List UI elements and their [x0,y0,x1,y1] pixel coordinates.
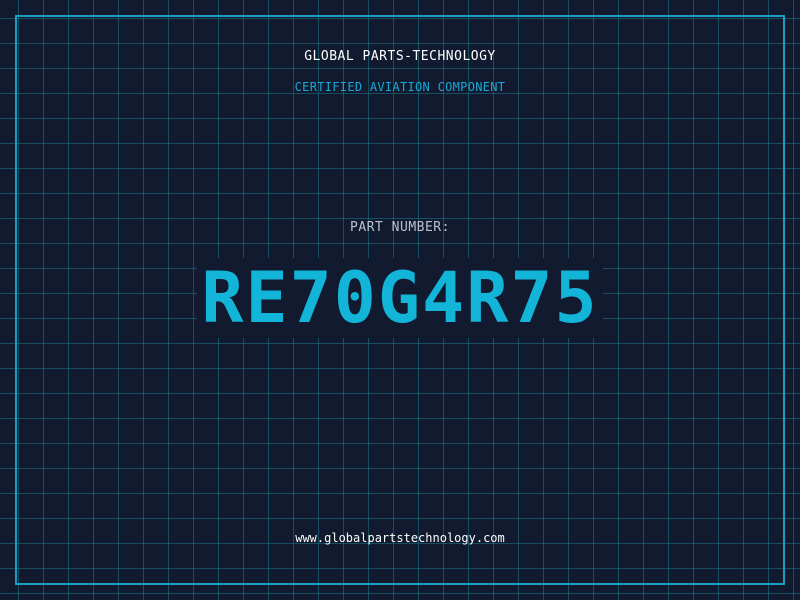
part-number-value: RE70G4R75 [197,258,603,338]
part-label-card: GLOBAL PARTS-TECHNOLOGY CERTIFIED AVIATI… [0,0,800,600]
company-name: GLOBAL PARTS-TECHNOLOGY [304,49,496,64]
part-number-container: RE70G4R75 [0,258,800,338]
tagline: CERTIFIED AVIATION COMPONENT [294,80,506,94]
part-number-label: PART NUMBER: [350,220,450,235]
website-url: www.globalpartstechnology.com [295,531,505,545]
